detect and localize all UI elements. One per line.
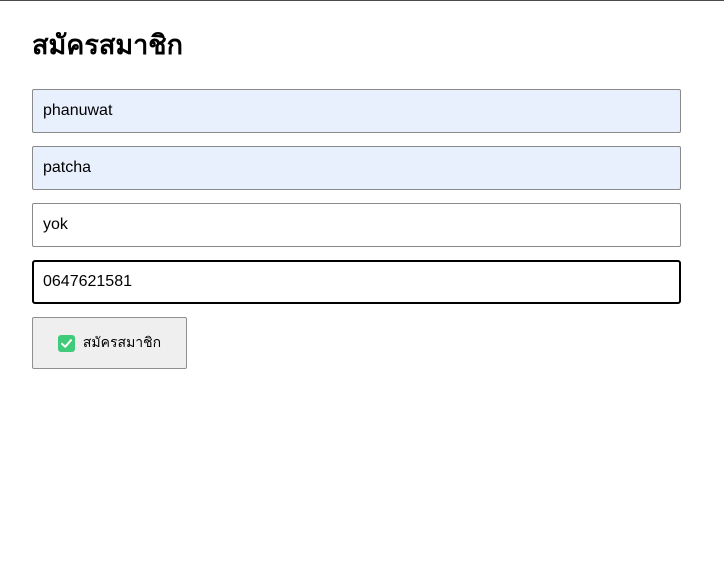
check-icon [57, 334, 75, 352]
signup-button[interactable]: สมัครสมาชิก [32, 317, 187, 369]
second-field[interactable] [32, 146, 681, 190]
signup-form: สมัครสมาชิก สมัครสมาชิก [32, 29, 682, 369]
third-field[interactable] [32, 203, 681, 247]
phone-field[interactable] [32, 260, 681, 304]
signup-button-label: สมัครสมาชิก [82, 335, 162, 351]
first-field[interactable] [32, 89, 681, 133]
page-title: สมัครสมาชิก [32, 30, 183, 61]
